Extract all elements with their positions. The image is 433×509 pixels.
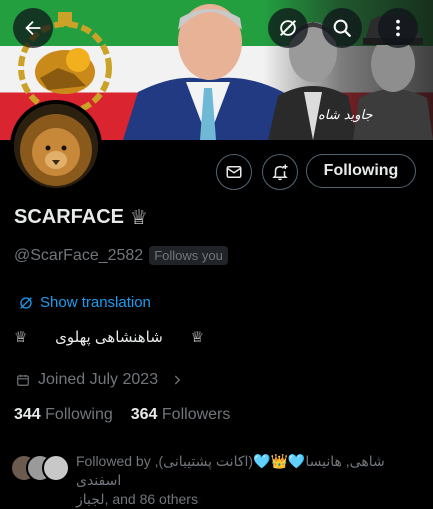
user-handle: @ScarFace_2582 (14, 246, 144, 264)
banner-caption: جاوید شاه (318, 108, 373, 123)
envelope-icon (226, 166, 242, 178)
follow-stats: 344 Following 364 Followers (14, 406, 230, 424)
grok-button[interactable] (268, 8, 308, 48)
follows-you-badge: Follows you (149, 246, 228, 265)
back-button[interactable] (13, 8, 53, 48)
bio-text: شاهنشاهی پهلوی (55, 329, 163, 346)
crown-symbol: ♕ (130, 207, 148, 229)
search-icon (333, 19, 351, 37)
joined-date-row[interactable]: Joined July 2023 (16, 371, 184, 389)
followers-label: Followers (161, 406, 231, 423)
followed-by-line1: Followed by شاهی, هانیسا🩵👑🩵(اکانت پشتیبا… (76, 453, 385, 488)
bio-crown-right: ♕ (190, 329, 204, 346)
following-stat[interactable]: 344 Following (14, 406, 113, 424)
notifications-button[interactable] (262, 154, 298, 190)
mini-avatar (42, 454, 70, 482)
followers-count: 364 (130, 406, 158, 423)
followed-by-row[interactable]: Followed by شاهی, هانیسا🩵👑🩵(اکانت پشتیبا… (10, 452, 421, 509)
following-button[interactable]: Following (306, 154, 416, 188)
translate-icon (20, 296, 32, 309)
following-label: Following (45, 406, 113, 423)
handle-row: @ScarFace_2582 Follows you (14, 246, 228, 265)
following-count: 344 (14, 406, 41, 423)
bio-crown-left: ♕ (14, 329, 28, 346)
followed-by-avatars (10, 454, 70, 482)
display-name-row: SCARFACE ♕ (14, 205, 148, 230)
message-button[interactable] (216, 154, 252, 190)
bell-plus-icon (272, 164, 288, 181)
more-options-button[interactable] (378, 8, 418, 48)
followers-stat[interactable]: 364 Followers (131, 406, 231, 424)
arrow-left-icon (25, 20, 41, 36)
lion-avatar-image (14, 104, 98, 188)
joined-date: Joined July 2023 (38, 371, 159, 388)
grok-slash-icon (279, 19, 297, 37)
profile-bio: ♕ شاهنشاهی پهلوی ♕ (14, 328, 204, 346)
calendar-icon (17, 374, 29, 386)
more-vertical-icon (396, 19, 400, 37)
show-translation-link[interactable]: Show translation (18, 294, 151, 311)
followed-by-text: Followed by شاهی, هانیسا🩵👑🩵(اکانت پشتیبا… (76, 452, 421, 509)
chevron-right-icon (174, 375, 181, 385)
search-button[interactable] (322, 8, 362, 48)
profile-avatar[interactable] (10, 100, 102, 192)
display-name: SCARFACE (14, 206, 125, 228)
show-translation-label: Show translation (40, 294, 151, 311)
